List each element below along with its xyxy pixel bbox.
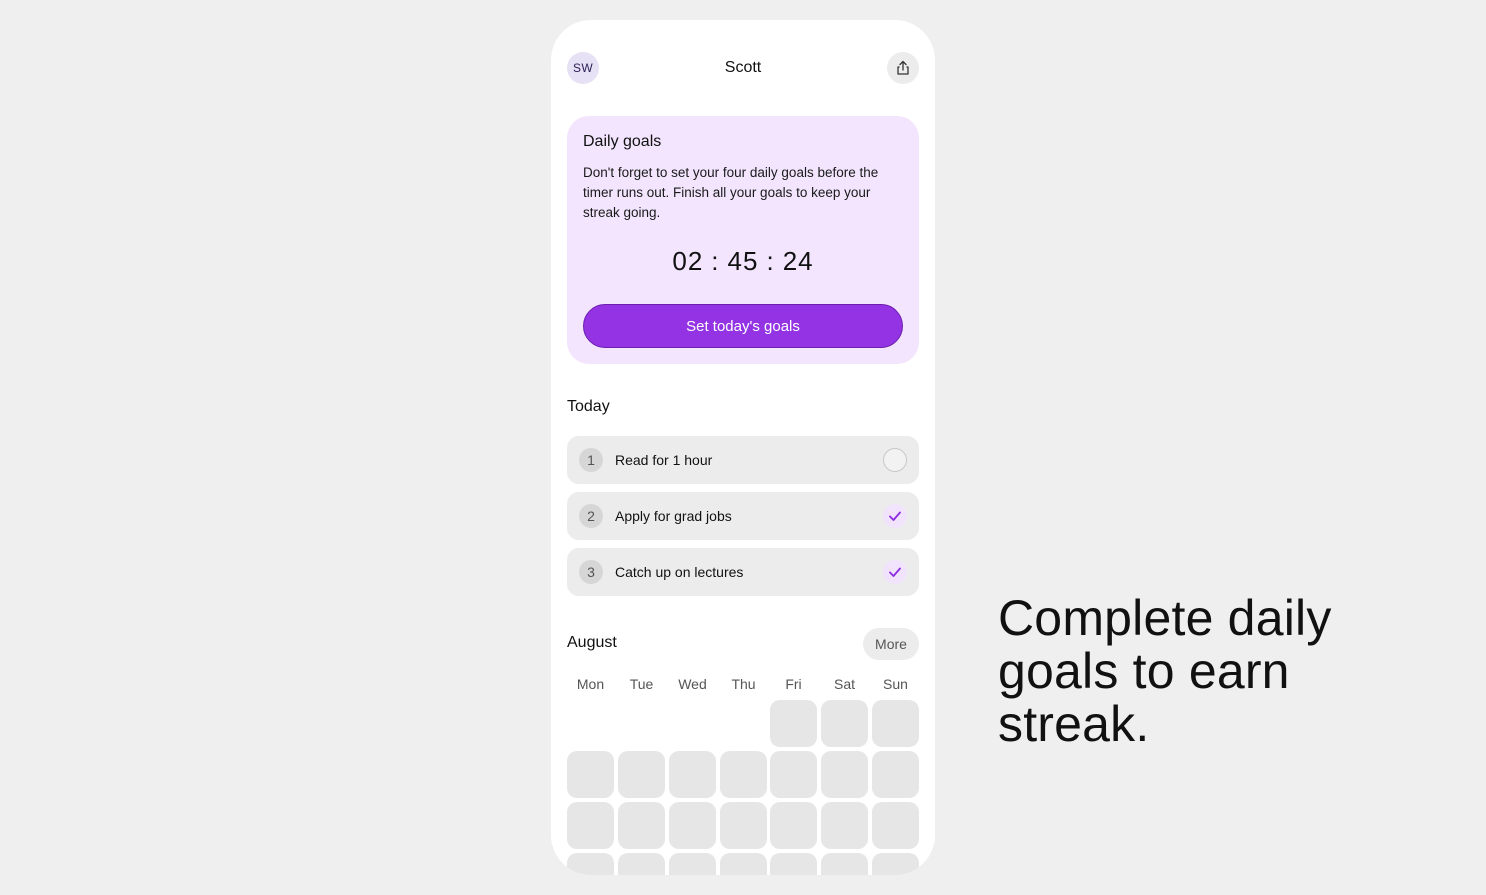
calendar-day[interactable]: [872, 853, 919, 875]
timer-minutes: 45: [727, 246, 759, 276]
goal-number: 1: [579, 448, 603, 472]
weekday-label: Thu: [731, 676, 756, 692]
goal-label: Read for 1 hour: [615, 452, 713, 468]
calendar-day[interactable]: [872, 802, 919, 849]
calendar-day[interactable]: [821, 700, 868, 747]
timer-separator: :: [711, 246, 720, 276]
countdown-timer: 02:45:24: [567, 246, 919, 277]
goal-item[interactable]: 1 Read for 1 hour: [567, 436, 919, 484]
daily-goals-card: Daily goals Don't forget to set your fou…: [567, 116, 919, 364]
goal-checkbox[interactable]: [883, 560, 907, 584]
phone-screen: SW Scott Daily goals Don't forget to set…: [551, 20, 935, 875]
calendar-day[interactable]: [567, 853, 614, 875]
weekday-header: Mon Tue Wed Thu Fri Sat Sun: [567, 676, 919, 696]
daily-goals-title: Daily goals: [583, 133, 662, 150]
today-title: Today: [567, 398, 610, 415]
page-title: Scott: [724, 59, 762, 76]
calendar-day[interactable]: [618, 751, 665, 798]
weekday-label: Tue: [629, 676, 654, 692]
calendar-day[interactable]: [669, 853, 716, 875]
calendar-day[interactable]: [720, 853, 767, 875]
timer-hours: 02: [672, 246, 704, 276]
checkmark-icon: [889, 567, 901, 577]
weekday-label: Wed: [678, 676, 707, 692]
calendar-day[interactable]: [567, 751, 614, 798]
month-title: August: [567, 634, 617, 651]
goal-label: Apply for grad jobs: [615, 508, 732, 524]
calendar-day[interactable]: [720, 802, 767, 849]
daily-goals-description: Don't forget to set your four daily goal…: [583, 165, 879, 220]
goal-number: 3: [579, 560, 603, 584]
calendar-day[interactable]: [618, 853, 665, 875]
calendar-day[interactable]: [618, 802, 665, 849]
calendar-day[interactable]: [770, 751, 817, 798]
calendar-day[interactable]: [770, 853, 817, 875]
weekday-label: Sun: [883, 676, 908, 692]
calendar-day[interactable]: [720, 751, 767, 798]
timer-seconds: 24: [782, 246, 814, 276]
weekday-label: Mon: [576, 676, 605, 692]
calendar-day[interactable]: [567, 802, 614, 849]
goal-number: 2: [579, 504, 603, 528]
goal-item[interactable]: 2 Apply for grad jobs: [567, 492, 919, 540]
calendar-day[interactable]: [669, 751, 716, 798]
promo-tagline: Complete daily goals to earn streak.: [998, 590, 1332, 752]
goal-label: Catch up on lectures: [615, 564, 744, 580]
more-button[interactable]: More: [863, 628, 919, 660]
calendar-day[interactable]: [821, 802, 868, 849]
calendar-day[interactable]: [669, 802, 716, 849]
calendar-day[interactable]: [821, 853, 868, 875]
share-icon: [897, 60, 909, 75]
calendar-day[interactable]: [821, 751, 868, 798]
header: SW Scott: [567, 52, 919, 84]
goal-item[interactable]: 3 Catch up on lectures: [567, 548, 919, 596]
calendar-day[interactable]: [770, 700, 817, 747]
calendar-day[interactable]: [770, 802, 817, 849]
calendar-day[interactable]: [872, 700, 919, 747]
set-goals-button[interactable]: Set today's goals: [583, 304, 903, 348]
goal-checkbox[interactable]: [883, 448, 907, 472]
checkmark-icon: [889, 511, 901, 521]
timer-separator: :: [766, 246, 775, 276]
goal-checkbox[interactable]: [883, 504, 907, 528]
share-button[interactable]: [887, 52, 919, 84]
weekday-label: Sat: [833, 676, 855, 692]
calendar-day[interactable]: [872, 751, 919, 798]
weekday-label: Fri: [785, 676, 802, 692]
